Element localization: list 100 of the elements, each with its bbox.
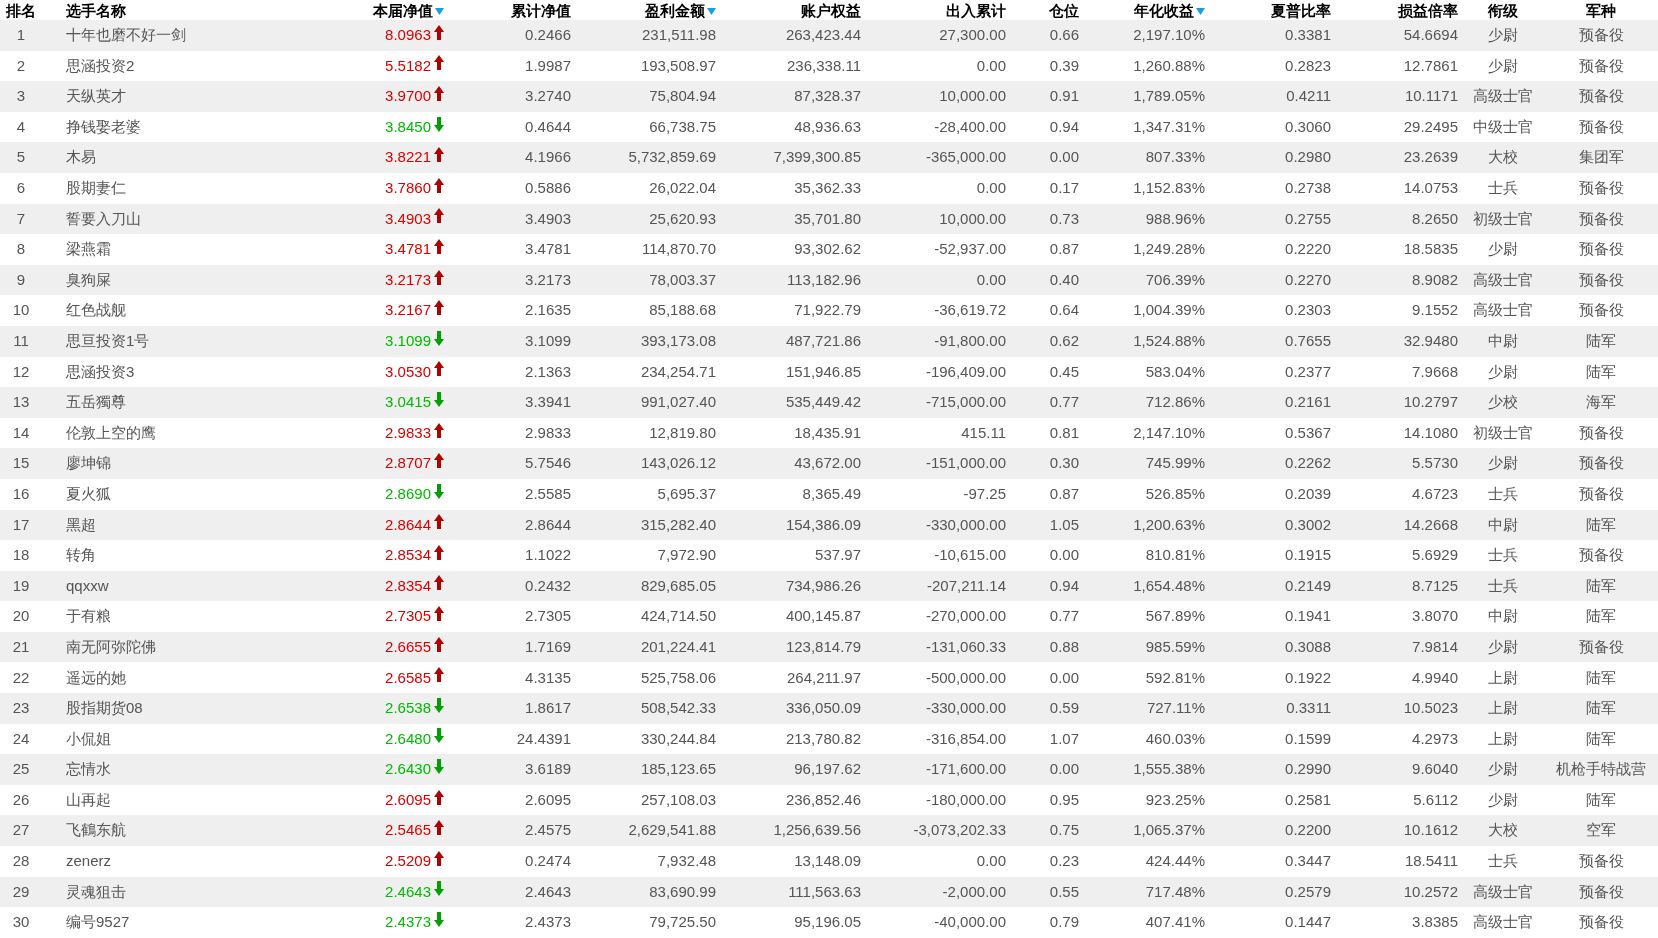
table-cell-text: 8.2650 [1412,208,1458,229]
player-name: 夏火狐 [66,483,111,504]
table-cell-text: 113,182.96 [787,269,861,290]
table-cell-text: 151,946.85 [785,361,861,382]
rank-number: 29 [12,881,30,902]
table-cell-text: 43,672.00 [794,453,861,474]
table-cell-text: 2.1363 [525,361,571,382]
table-cell-text: 2.4643 [525,881,571,902]
net-value: 2.8354 [385,575,431,596]
table-cell-text: 193,508.97 [640,55,716,76]
table-cell-text: 54.6694 [1403,25,1458,46]
player-name: 南无阿弥陀佛 [66,636,156,657]
column-header[interactable]: 年化收益 [1134,0,1194,23]
table-cell-text: 少尉 [1488,25,1518,46]
table-cell-text: 上尉 [1488,667,1518,688]
net-value: 3.9700 [385,86,431,107]
column-header[interactable]: 累计净值 [511,0,571,23]
sort-triangle-icon[interactable] [435,7,444,15]
rank-number: 15 [12,453,30,474]
player-name: 廖坤锦 [66,453,111,474]
table-cell-text: 7.9668 [1412,361,1458,382]
table-cell-text: 537.97 [815,545,861,566]
table-cell-text: 2,629,541.88 [628,820,716,841]
table-cell-text: 263,423.44 [785,25,861,46]
table-cell-text: 0.3060 [1285,116,1331,137]
table-cell-text: 330,244.84 [640,728,716,749]
rank-number: 14 [12,422,30,443]
table-cell-text: 234,254.71 [640,361,716,382]
column-header[interactable]: 盈利金额 [645,0,705,23]
table-cell-text: 4.1966 [525,147,571,168]
table-cell-text: 预备役 [1578,483,1624,504]
column-header[interactable]: 衔级 [1488,0,1518,23]
table-cell-text: 336,050.09 [785,698,861,719]
table-cell-text: 上尉 [1488,728,1518,749]
table-cell-text: 0.79 [1049,912,1079,933]
table-cell-text: 1,347.31% [1133,116,1205,137]
table-cell-text: 25,620.93 [649,208,716,229]
table-cell-text: 中级士官 [1473,116,1533,137]
table-cell-text: 预备役 [1578,453,1624,474]
column-header[interactable]: 选手名称 [66,0,126,23]
column-header[interactable]: 账户权益 [801,0,861,23]
net-value: 2.8707 [385,453,431,474]
table-cell-text: 26,022.04 [649,178,716,198]
table-cell-text: 2,197.10% [1133,25,1205,46]
table-cell-text: 少尉 [1488,239,1518,260]
net-value: 3.2173 [385,269,431,290]
table-cell-text: 预备役 [1578,55,1624,76]
table-cell-text: 5.5730 [1412,453,1458,474]
table-cell-text: 10.5023 [1403,698,1458,719]
player-name: 小侃姐 [66,728,111,749]
player-name: 股期妻仁 [66,178,126,198]
table-cell-text: 1,256,639.56 [773,820,861,841]
net-value: 2.5465 [385,820,431,841]
table-cell-text: 0.64 [1049,300,1079,321]
table-cell-text: 预备役 [1578,545,1624,566]
table-cell-text: 407.41% [1145,912,1205,933]
rank-number: 1 [16,25,26,46]
table-cell-text: 0.3447 [1285,851,1331,872]
sort-triangle-icon[interactable] [1196,7,1205,15]
table-cell-text: 424.44% [1145,851,1205,872]
table-cell-text: 988.96% [1145,208,1205,229]
rank-number: 17 [12,514,30,535]
column-header[interactable]: 夏普比率 [1271,0,1331,23]
table-cell-text: 0.7655 [1285,331,1331,351]
table-cell-text: 7,932.48 [657,851,716,872]
column-header[interactable]: 损益倍率 [1398,0,1458,23]
table-cell-text: 初级士官 [1473,422,1533,443]
column-header[interactable]: 出入累计 [946,0,1006,23]
table-cell-text: 0.00 [1049,147,1079,168]
column-header[interactable]: 排名 [6,0,36,23]
table-cell-text: 10.2572 [1403,881,1458,902]
table-cell-text: 1,524.88% [1133,331,1205,351]
table-cell-text: -151,000.00 [925,453,1006,474]
table-cell-text: 0.81 [1049,422,1079,443]
table-cell-text: 士兵 [1488,483,1518,504]
table-cell-text: 4.2973 [1412,728,1458,749]
table-cell-text: 0.1915 [1285,545,1331,566]
table-cell-text: 810.81% [1145,545,1205,566]
column-header[interactable]: 本届净值 [373,0,433,23]
table-cell-text: 高级士官 [1473,912,1533,933]
net-value: 3.8221 [385,147,431,168]
player-name: 灵魂狙击 [66,881,126,902]
table-cell-text: 95,196.05 [794,912,861,933]
table-cell-text: 3.1099 [525,331,571,351]
sort-triangle-icon[interactable] [707,7,716,15]
table-cell-text: 0.23 [1049,851,1079,872]
table-cell-text: 85,188.68 [649,300,716,321]
table-cell-text: -97.25 [963,483,1006,504]
table-cell-text: 93,302.62 [794,239,861,260]
table-cell-text: 少尉 [1488,55,1518,76]
table-cell-text: 706.39% [1145,269,1205,290]
table-cell-text: 2,147.10% [1133,422,1205,443]
table-cell-text: 大校 [1488,147,1518,168]
net-value: 2.6095 [385,789,431,810]
table-cell-text: 231,511.98 [642,25,716,46]
column-header[interactable]: 军种 [1586,0,1616,23]
table-cell-text: 预备役 [1578,851,1624,872]
rank-number: 28 [12,851,30,872]
player-name: 红色战舰 [66,300,126,321]
column-header[interactable]: 仓位 [1049,0,1079,23]
